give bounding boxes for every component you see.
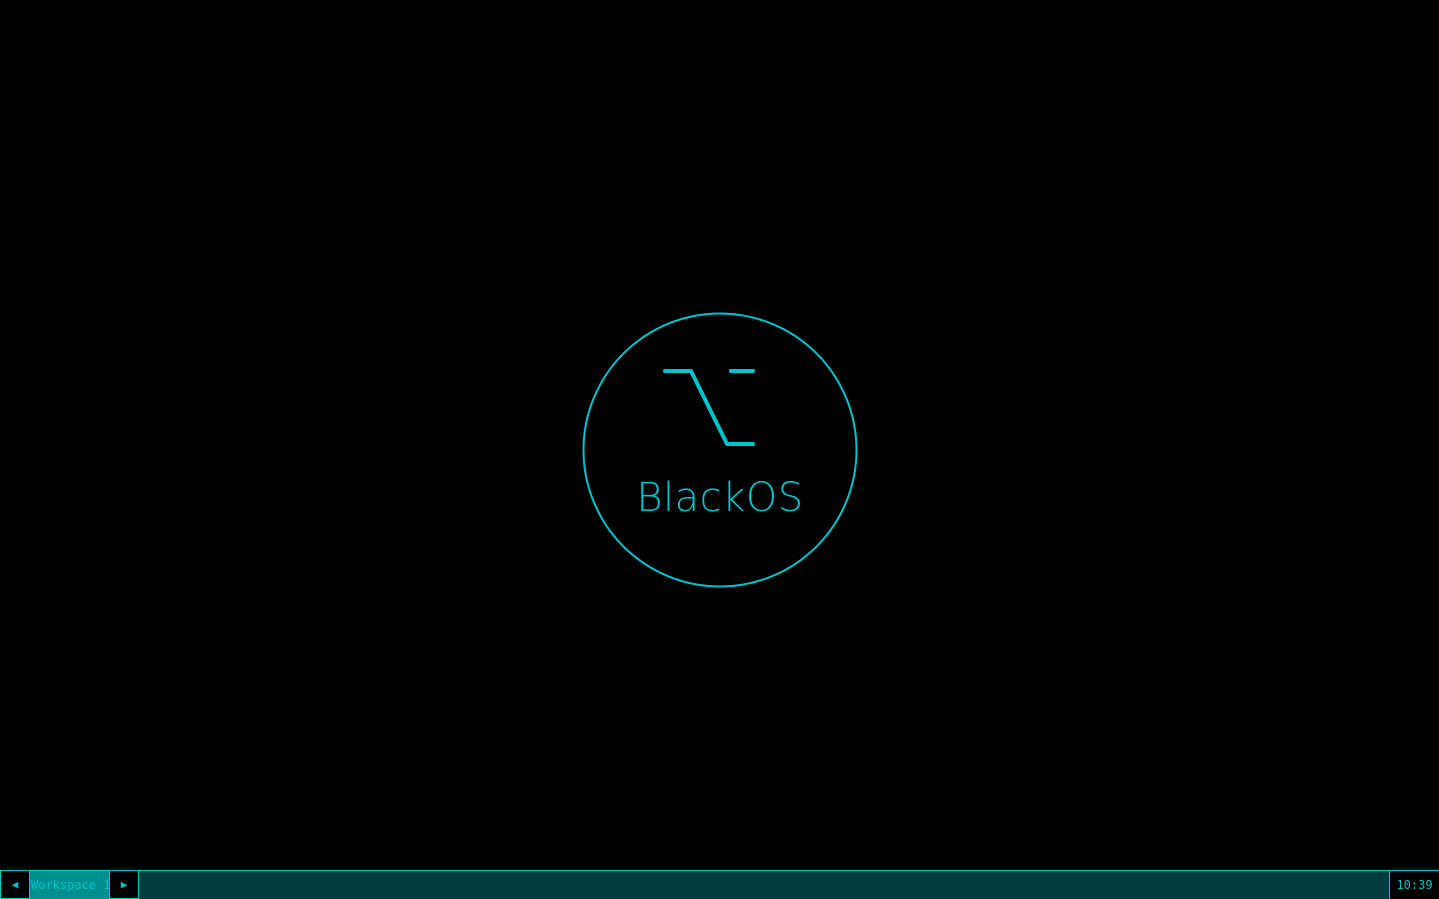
previous-workspace-button[interactable]: ◀ (0, 871, 30, 899)
blackos-logo: BlackOS (582, 312, 858, 588)
logo-circle (582, 312, 858, 588)
workspace-label[interactable]: Workspace 1 (30, 871, 109, 899)
option-key-icon (663, 369, 755, 446)
clock[interactable]: 10:39 (1389, 871, 1439, 899)
desktop: BlackOS (0, 0, 1439, 870)
taskbar: ◀ Workspace 1 ▶ 10:39 (0, 870, 1439, 899)
next-workspace-button[interactable]: ▶ (109, 871, 139, 899)
arrow-right-icon: ▶ (120, 878, 128, 891)
logo-text: BlackOS (636, 475, 804, 521)
arrow-left-icon: ◀ (11, 878, 19, 891)
